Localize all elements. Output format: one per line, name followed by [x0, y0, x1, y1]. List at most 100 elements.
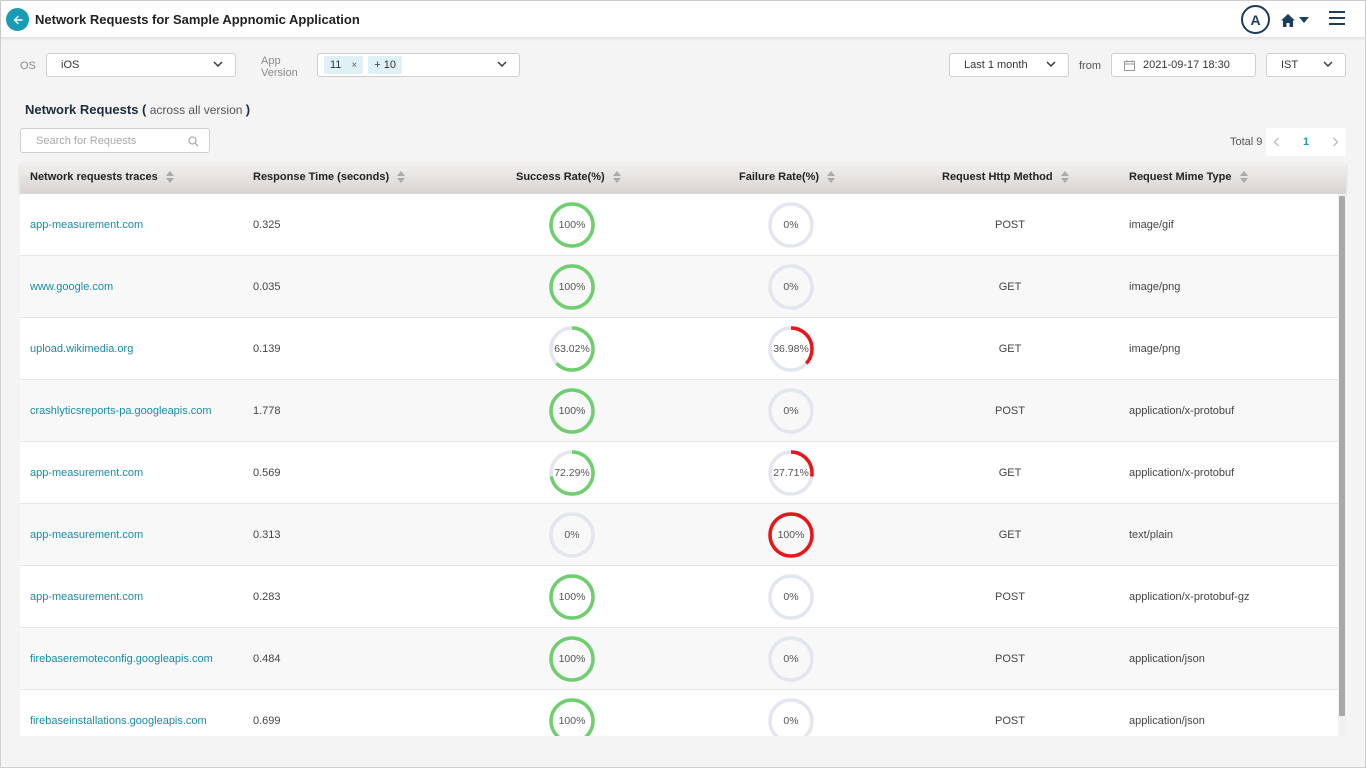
next-page-icon[interactable] [1332, 137, 1339, 147]
http-method: POST [995, 405, 1025, 417]
trace-link[interactable]: app-measurement.com [30, 504, 143, 566]
mime-type: application/x-protobuf [1129, 405, 1235, 417]
trace-link[interactable]: firebaseinstallations.googleapis.com [30, 690, 207, 736]
failure-rate-ring: 0% [767, 263, 815, 311]
back-arrow-icon [13, 15, 23, 24]
response-time: 0.484 [253, 653, 281, 665]
sort-icon[interactable] [397, 171, 406, 183]
response-time: 0.139 [253, 343, 281, 355]
chevron-down-icon [1323, 61, 1333, 67]
trace-link[interactable]: www.google.com [30, 256, 113, 318]
success-rate-value: 63.02% [554, 343, 590, 355]
column-header-success-rate[interactable]: Success Rate(%) [516, 171, 621, 183]
failure-rate-value: 0% [783, 405, 799, 417]
sort-icon[interactable] [1239, 171, 1248, 183]
trace-link[interactable]: app-measurement.com [30, 442, 143, 504]
column-header-label: Network requests traces [30, 171, 158, 183]
failure-rate-ring: 36.98% [767, 325, 815, 373]
hamburger-line [1329, 23, 1345, 25]
failure-rate-value: 0% [783, 653, 799, 665]
timezone-select[interactable]: IST [1266, 53, 1346, 77]
total-count: Total 9 [1230, 136, 1263, 148]
column-header-response-time[interactable]: Response Time (seconds) [253, 171, 406, 183]
time-range-select[interactable]: Last 1 month [949, 53, 1069, 77]
failure-rate-ring: 0% [767, 201, 815, 249]
table-row[interactable]: firebaseremoteconfig.googleapis.com 0.48… [20, 628, 1338, 690]
failure-rate-value: 36.98% [773, 343, 809, 355]
scrollbar-thumb[interactable] [1339, 196, 1345, 716]
response-time: 0.035 [253, 281, 281, 293]
table-row[interactable]: upload.wikimedia.org 0.139 63.02% 36.98%… [20, 318, 1338, 380]
table-row[interactable]: app-measurement.com 0.569 72.29% 27.71% … [20, 442, 1338, 504]
trace-link[interactable]: crashlyticsreports-pa.googleapis.com [30, 380, 212, 442]
prev-page-icon[interactable] [1273, 137, 1280, 147]
from-date-picker[interactable]: 2021-09-17 18:30 [1111, 53, 1256, 77]
os-label: OS [20, 60, 36, 72]
calendar-icon [1124, 59, 1135, 71]
trace-link[interactable]: upload.wikimedia.org [30, 318, 133, 380]
sort-icon[interactable] [165, 171, 174, 183]
response-time: 0.569 [253, 467, 281, 479]
failure-rate-value: 0% [783, 591, 799, 603]
column-header-failure-rate[interactable]: Failure Rate(%) [739, 171, 836, 183]
response-time: 0.283 [253, 591, 281, 603]
search-input[interactable] [20, 128, 210, 153]
sort-icon[interactable] [612, 171, 621, 183]
section-subtitle: across all version [146, 103, 246, 117]
failure-rate-ring: 0% [767, 387, 815, 435]
chevron-down-icon [1046, 61, 1056, 67]
failure-rate-value: 100% [777, 529, 805, 541]
table-body: app-measurement.com 0.325 100% 0% POST i… [20, 194, 1338, 736]
table-row[interactable]: app-measurement.com 0.325 100% 0% POST i… [20, 194, 1338, 256]
version-more-tag: + 10 [368, 56, 402, 74]
hamburger-line [1329, 17, 1345, 19]
success-rate-ring: 100% [548, 635, 596, 683]
http-method: GET [998, 529, 1022, 541]
remove-tag-icon[interactable]: × [351, 60, 357, 71]
response-time: 0.325 [253, 219, 281, 231]
time-range-value: Last 1 month [964, 59, 1028, 71]
table-row[interactable]: www.google.com 0.035 100% 0% GET image/p… [20, 256, 1338, 318]
column-header-trace[interactable]: Network requests traces [30, 171, 174, 183]
success-rate-ring: 100% [548, 387, 596, 435]
back-button[interactable] [6, 8, 29, 31]
failure-rate-value: 0% [783, 281, 799, 293]
chevron-down-icon [213, 61, 223, 67]
table-row[interactable]: firebaseinstallations.googleapis.com 0.6… [20, 690, 1338, 736]
column-header-http-method[interactable]: Request Http Method [942, 171, 1069, 183]
success-rate-ring: 0% [548, 511, 596, 559]
sort-icon[interactable] [1060, 171, 1069, 183]
user-avatar[interactable]: A [1241, 5, 1270, 34]
os-select[interactable]: iOS [46, 53, 236, 77]
failure-rate-value: 27.71% [773, 467, 809, 479]
trace-link[interactable]: app-measurement.com [30, 194, 143, 256]
response-time: 1.778 [253, 405, 281, 417]
app-version-select[interactable]: 11 × + 10 [317, 53, 520, 77]
app-version-label-line1: App [261, 55, 281, 67]
trace-link[interactable]: firebaseremoteconfig.googleapis.com [30, 628, 213, 690]
section-title-main: Network Requests [25, 102, 139, 117]
success-rate-ring: 63.02% [548, 325, 596, 373]
version-tag-label: 11 [330, 59, 342, 71]
table-row[interactable]: app-measurement.com 0.283 100% 0% POST a… [20, 566, 1338, 628]
top-header: Network Requests for Sample Appnomic App… [1, 1, 1365, 38]
sort-icon[interactable] [827, 171, 836, 183]
column-header-mime-type[interactable]: Request Mime Type [1129, 171, 1248, 183]
table-row[interactable]: app-measurement.com 0.313 0% 100% GET te… [20, 504, 1338, 566]
column-header-label: Request Http Method [942, 171, 1053, 183]
column-header-label: Request Mime Type [1129, 171, 1232, 183]
mime-type: application/x-protobuf-gz [1129, 591, 1250, 603]
home-dropdown[interactable] [1280, 11, 1309, 29]
table-scrollbar[interactable] [1338, 194, 1346, 736]
table-row[interactable]: crashlyticsreports-pa.googleapis.com 1.7… [20, 380, 1338, 442]
chevron-down-icon [1299, 17, 1309, 23]
hamburger-menu-button[interactable] [1329, 11, 1347, 27]
current-page[interactable]: 1 [1303, 136, 1309, 148]
os-select-value: iOS [61, 59, 80, 71]
search-icon[interactable] [188, 136, 199, 147]
from-date-value: 2021-09-17 18:30 [1143, 59, 1230, 71]
success-rate-ring: 100% [548, 263, 596, 311]
http-method: POST [995, 653, 1025, 665]
http-method: POST [995, 715, 1025, 727]
trace-link[interactable]: app-measurement.com [30, 566, 143, 628]
